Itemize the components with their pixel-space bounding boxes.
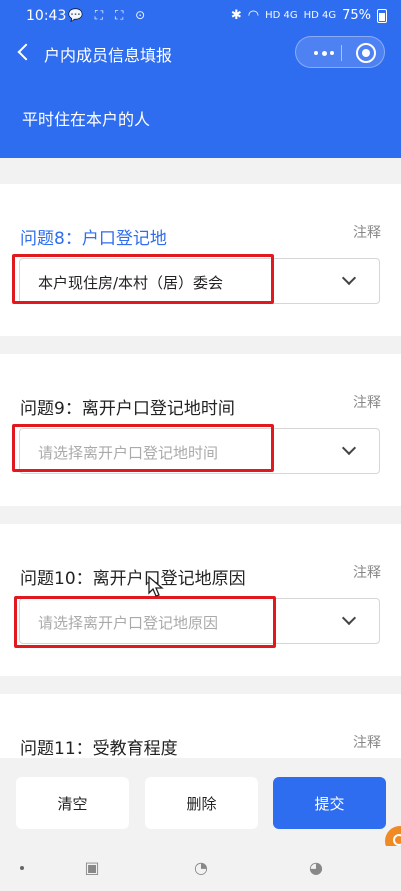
delete-button[interactable]: 删除 <box>145 777 258 829</box>
back-arrow-icon[interactable] <box>12 38 36 66</box>
bluetooth-icon: ✱ <box>230 8 242 23</box>
circle-dot-icon[interactable] <box>20 866 24 870</box>
status-time: 10:43 <box>26 8 67 24</box>
select-value: 本户现住房/本村（居）委会 <box>38 274 224 292</box>
page-title: 户内成员信息填报 <box>44 46 173 65</box>
network-indicator-2: HD 4G <box>303 10 337 21</box>
chevron-down-icon <box>343 443 355 455</box>
question-title-11: 问题11：受教育程度 <box>20 739 178 759</box>
bird-icon[interactable]: ◕ <box>306 858 326 878</box>
select-registration-place[interactable]: 本户现住房/本村（居）委会 <box>19 258 380 304</box>
note-link-9[interactable]: 注释 <box>353 392 381 412</box>
submit-button[interactable]: 提交 <box>273 777 386 829</box>
network-indicator-1: HD 4G <box>265 10 298 21</box>
system-nav-bar: ▣ ◔ ◕ <box>0 846 401 891</box>
wifi-icon: ◠ <box>247 8 260 23</box>
notification-icons: 💬 ⛶ ⛶ ⊙ <box>68 8 150 22</box>
select-leave-time[interactable]: 请选择离开户口登记地时间 <box>19 428 380 474</box>
chevron-down-icon <box>343 273 355 285</box>
cat-icon[interactable]: ◔ <box>191 858 211 878</box>
bottom-action-bar: 清空 删除 提交 <box>0 758 401 856</box>
question-title-8: 问题8：户口登记地 <box>20 229 167 249</box>
chevron-down-icon <box>343 613 355 625</box>
mini-program-capsule <box>295 36 385 68</box>
question-title-9: 问题9：离开户口登记地时间 <box>20 399 235 419</box>
section-header-text: 平时住在本户的人 <box>22 110 151 129</box>
more-dots-icon[interactable] <box>314 50 334 56</box>
section-header: 平时住在本户的人 <box>0 74 401 158</box>
question-card-10: 问题10：离开户口登记地原因 注释 请选择离开户口登记地原因 <box>0 524 401 676</box>
note-link-10[interactable]: 注释 <box>353 562 381 582</box>
status-bar: 10:43 💬 ⛶ ⛶ ⊙ ✱ ◠ HD 4G HD 4G 75% <box>0 0 401 32</box>
question-card-9: 问题9：离开户口登记地时间 注释 请选择离开户口登记地时间 <box>0 354 401 506</box>
status-right: ✱ ◠ HD 4G HD 4G 75% <box>231 8 387 23</box>
battery-icon <box>377 8 387 23</box>
select-placeholder: 请选择离开户口登记地时间 <box>38 444 219 462</box>
chat-icon[interactable]: ▣ <box>82 858 102 878</box>
capsule-divider <box>341 45 342 61</box>
close-target-icon[interactable] <box>356 43 376 63</box>
battery-percent: 75% <box>342 8 371 23</box>
nav-bar: 户内成员信息填报 <box>0 32 401 74</box>
note-link-11[interactable]: 注释 <box>353 732 381 752</box>
select-placeholder: 请选择离开户口登记地原因 <box>38 614 219 632</box>
select-leave-reason[interactable]: 请选择离开户口登记地原因 <box>19 598 380 644</box>
question-card-8: 问题8：户口登记地 注释 本户现住房/本村（居）委会 <box>0 184 401 336</box>
clear-button[interactable]: 清空 <box>16 777 129 829</box>
question-title-10: 问题10：离开户口登记地原因 <box>20 569 246 589</box>
note-link-8[interactable]: 注释 <box>353 222 381 242</box>
